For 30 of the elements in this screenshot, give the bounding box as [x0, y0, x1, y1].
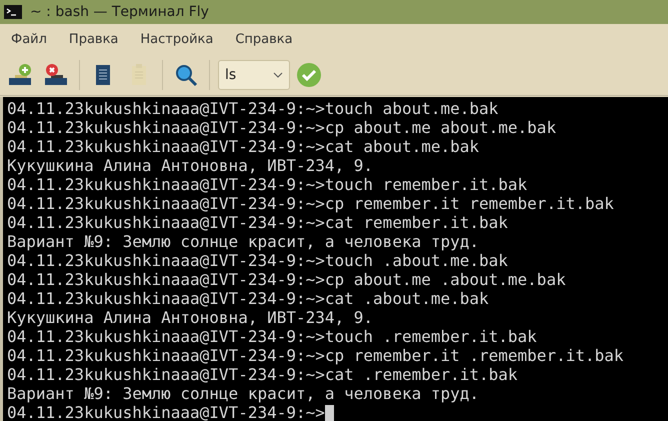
terminal-icon	[4, 5, 22, 19]
terminal-line: 04.11.23kukushkinaaa@IVT-234-9:~>cat remember.it.bak	[7, 213, 508, 232]
terminal-line: 04.11.23kukushkinaaa@IVT-234-9:~>touch about.me.bak	[7, 99, 498, 118]
menu-item[interactable]: Файл	[4, 32, 54, 47]
menu-item[interactable]: Настройка	[133, 32, 220, 47]
terminal-line: Вариант №9: Землю солнце красит, а человека труд.	[7, 232, 480, 251]
terminal-line: 04.11.23kukushkinaaa@IVT-234-9:~>	[7, 403, 325, 421]
menu-item[interactable]: Справка	[228, 32, 300, 47]
folder-plus-icon	[7, 62, 33, 88]
terminal-line: 04.11.23kukushkinaaa@IVT-234-9:~>touch .about.me.bak	[7, 251, 508, 270]
terminal-line: Кукушкина Алина Антоновна, ИВТ-234, 9.	[7, 156, 374, 175]
terminal-line: 04.11.23kukushkinaaa@IVT-234-9:~>cp remember.it remember.it.bak	[7, 194, 614, 213]
menu-item[interactable]: Правка	[62, 32, 126, 47]
terminal-line: 04.11.23kukushkinaaa@IVT-234-9:~>touch .remember.it.bak	[7, 327, 537, 346]
command-combo[interactable]: ls	[218, 60, 290, 90]
terminal-line: 04.11.23kukushkinaaa@IVT-234-9:~>cp remember.it .remember.it.bak	[7, 346, 624, 365]
folder-remove-icon	[43, 62, 69, 88]
window-title: ~ : bash — Терминал Fly	[30, 4, 209, 20]
terminal-line: 04.11.23kukushkinaaa@IVT-234-9:~>cat .remember.it.bak	[7, 365, 518, 384]
terminal-line: Вариант №9: Землю солнце красит, а человека труд.	[7, 384, 480, 403]
terminal-line: 04.11.23kukushkinaaa@IVT-234-9:~>cat .about.me.bak	[7, 289, 489, 308]
terminal-line: 04.11.23kukushkinaaa@IVT-234-9:~>cat about.me.bak	[7, 137, 480, 156]
terminal-line: 04.11.23kukushkinaaa@IVT-234-9:~>touch remember.it.bak	[7, 175, 528, 194]
checkmark-icon	[296, 62, 322, 88]
search-icon	[173, 62, 199, 88]
terminal-line: 04.11.23kukushkinaaa@IVT-234-9:~>cp about.me .about.me.bak	[7, 270, 566, 289]
terminal-line: 04.11.23kukushkinaaa@IVT-234-9:~>cp about.me about.me.bak	[7, 118, 556, 137]
terminal-line: Кукушкина Алина Антоновна, ИВТ-234, 9.	[7, 308, 374, 327]
combo-value: ls	[225, 67, 236, 83]
caret-icon	[273, 72, 283, 78]
